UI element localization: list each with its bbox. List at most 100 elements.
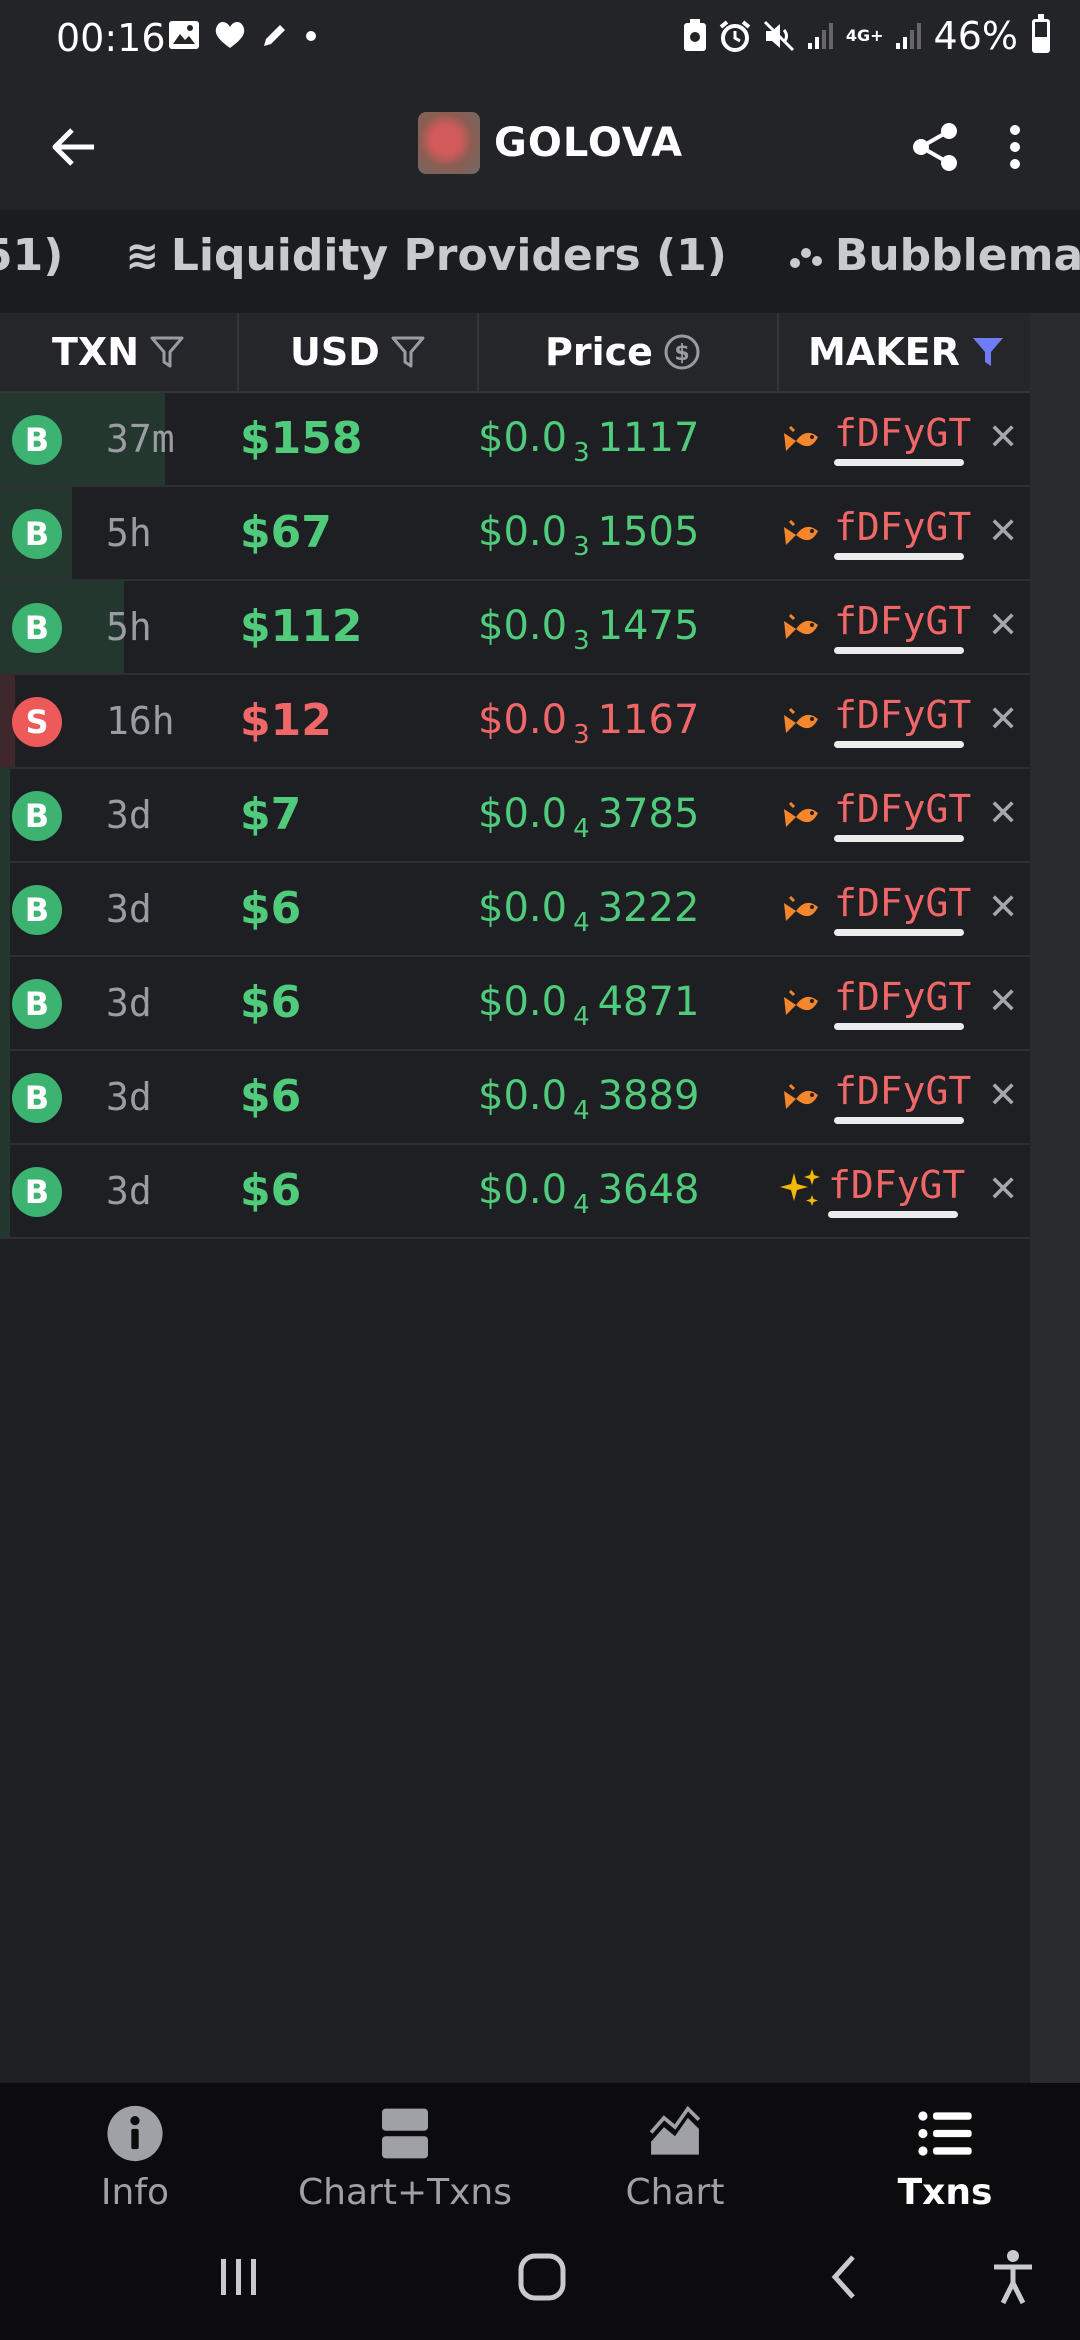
- accessibility-icon: [994, 2250, 1032, 2305]
- price-digits: 1475: [597, 603, 700, 649]
- maker-underline: [828, 1211, 958, 1218]
- table-row[interactable]: B 5h $112 $0.0 3 1475 fDFyGT ✕: [0, 581, 1030, 675]
- list-icon: [918, 2111, 972, 2156]
- maker-address-link[interactable]: fDFyGT: [834, 881, 971, 925]
- sparkles-icon: [778, 1167, 820, 1206]
- table-row[interactable]: B 3d $6 $0.0 4 3648 fDFyGT ✕: [0, 1145, 1030, 1239]
- txn-type-badge: B: [12, 415, 62, 465]
- header-maker[interactable]: MAKER: [808, 313, 1006, 391]
- pencil-icon: [264, 25, 285, 46]
- table-row[interactable]: B 3d $6 $0.0 4 3222 fDFyGT ✕: [0, 863, 1030, 957]
- fish-icon: [782, 423, 822, 459]
- chart-icon: [649, 2105, 701, 2155]
- remove-filter-button[interactable]: ✕: [988, 511, 1018, 552]
- dot-icon: [306, 31, 316, 41]
- remove-filter-button[interactable]: ✕: [988, 605, 1018, 646]
- maker-address-link[interactable]: fDFyGT: [834, 693, 971, 737]
- nav-txns[interactable]: Txns: [810, 2083, 1080, 2213]
- battery-icon: [1032, 14, 1050, 53]
- txn-age: 5h: [106, 511, 152, 555]
- header-txn[interactable]: TXN: [52, 313, 185, 391]
- table-row[interactable]: B 3d $6 $0.0 4 3889 fDFyGT ✕: [0, 1051, 1030, 1145]
- recent-apps-icon: [221, 2259, 256, 2295]
- home-icon: [518, 2253, 566, 2301]
- header-maker-label: MAKER: [808, 330, 960, 374]
- table-header: TXN USD Price $ MAKER: [0, 313, 1030, 393]
- price-digits: 3889: [597, 1073, 700, 1119]
- txn-age: 5h: [106, 605, 152, 649]
- remove-filter-button[interactable]: ✕: [988, 793, 1018, 834]
- nav-info[interactable]: Info: [0, 2083, 270, 2213]
- volume-bar: [0, 863, 10, 955]
- txn-price: $0.0 3 1167: [478, 697, 699, 750]
- txn-age: 16h: [106, 699, 175, 743]
- tab-bubblemaps[interactable]: Bubblemaps: [789, 230, 1080, 281]
- table-row[interactable]: B 3d $7 $0.0 4 3785 fDFyGT ✕: [0, 769, 1030, 863]
- price-zero-count: 4: [573, 1190, 590, 1220]
- txn-price: $0.0 3 1505: [478, 509, 699, 562]
- maker-address-link[interactable]: fDFyGT: [834, 599, 971, 643]
- txn-age: 3d: [106, 1169, 152, 1213]
- table-row[interactable]: B 37m $158 $0.0 3 1117 fDFyGT ✕: [0, 393, 1030, 487]
- waves-icon: ≋: [125, 232, 159, 279]
- maker-address-link[interactable]: fDFyGT: [828, 1163, 965, 1207]
- maker-address-link[interactable]: fDFyGT: [834, 975, 971, 1019]
- table-row[interactable]: S 16h $12 $0.0 3 1167 fDFyGT ✕: [0, 675, 1030, 769]
- scroll-gutter: [1030, 313, 1080, 2083]
- txn-usd: $112: [240, 601, 363, 652]
- volume-bar: [0, 1145, 10, 1237]
- nav-label: Chart+Txns: [298, 2172, 512, 2213]
- remove-filter-button[interactable]: ✕: [988, 887, 1018, 928]
- share-button[interactable]: [900, 114, 970, 180]
- price-prefix: $0.0: [478, 979, 568, 1025]
- mute-icon: [763, 20, 794, 52]
- remove-filter-button[interactable]: ✕: [988, 981, 1018, 1022]
- table-row[interactable]: B 5h $67 $0.0 3 1505 fDFyGT ✕: [0, 487, 1030, 581]
- back-button[interactable]: [40, 114, 106, 180]
- txn-usd: $6: [240, 1071, 302, 1122]
- more-options-button[interactable]: [990, 114, 1040, 180]
- accessibility-button[interactable]: [986, 2249, 1040, 2305]
- tab-holders[interactable]: 51): [0, 230, 63, 281]
- price-prefix: $0.0: [478, 885, 568, 931]
- fish-icon: [782, 611, 822, 647]
- bottom-nav: Info Chart+Txns Chart Txns: [0, 2083, 1080, 2213]
- table-row[interactable]: B 3d $6 $0.0 4 4871 fDFyGT ✕: [0, 957, 1030, 1051]
- svg-text:$: $: [674, 341, 689, 366]
- txn-type-badge: B: [12, 885, 62, 935]
- header-price[interactable]: Price $: [545, 313, 701, 391]
- remove-filter-button[interactable]: ✕: [988, 417, 1018, 458]
- recent-apps-button[interactable]: [214, 2249, 264, 2305]
- tab-liquidity-providers[interactable]: ≋ Liquidity Providers (1): [125, 230, 726, 281]
- fish-icon: [782, 517, 822, 553]
- txn-price: $0.0 4 3785: [478, 791, 699, 844]
- status-right-icons: 4G+ 46%: [682, 14, 1050, 58]
- nav-chart[interactable]: Chart: [540, 2083, 810, 2213]
- price-prefix: $0.0: [478, 1167, 568, 1213]
- maker-address-link[interactable]: fDFyGT: [834, 505, 971, 549]
- token-avatar: [418, 112, 480, 174]
- maker-address-link[interactable]: fDFyGT: [834, 787, 971, 831]
- status-time: 00:16: [56, 16, 166, 60]
- nav-chart-txns[interactable]: Chart+Txns: [270, 2083, 540, 2213]
- home-button[interactable]: [514, 2249, 570, 2305]
- bubblemaps-icon: [789, 247, 822, 268]
- price-digits: 4871: [597, 979, 700, 1025]
- txn-price: $0.0 3 1117: [478, 415, 699, 468]
- maker-address-link[interactable]: fDFyGT: [834, 1069, 971, 1113]
- header-usd[interactable]: USD: [290, 313, 426, 391]
- info-icon: [107, 2105, 163, 2162]
- txn-usd: $67: [240, 507, 332, 558]
- remove-filter-button[interactable]: ✕: [988, 699, 1018, 740]
- txn-age: 3d: [106, 981, 152, 1025]
- dollar-circle-icon: $: [664, 334, 700, 370]
- arrow-left-icon: [52, 128, 94, 166]
- remove-filter-button[interactable]: ✕: [988, 1169, 1018, 1210]
- system-nav-bar: [0, 2213, 1080, 2340]
- remove-filter-button[interactable]: ✕: [988, 1075, 1018, 1116]
- maker-underline: [834, 647, 964, 654]
- maker-address-link[interactable]: fDFyGT: [834, 411, 971, 455]
- back-nav-button[interactable]: [822, 2249, 866, 2305]
- txn-age: 3d: [106, 793, 152, 837]
- maker-underline: [834, 459, 964, 466]
